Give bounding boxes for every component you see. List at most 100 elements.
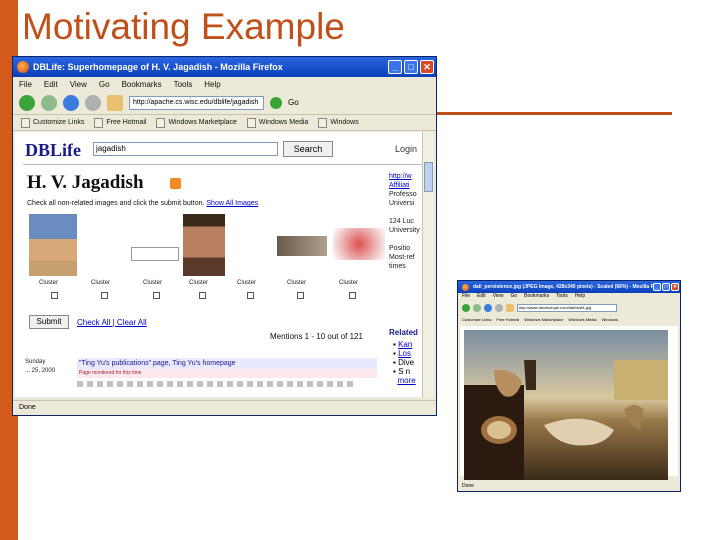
- scrollbar-thumb[interactable]: [424, 162, 433, 192]
- bookmark-windows-marketplace[interactable]: Windows Marketplace: [524, 317, 563, 322]
- menu-tools[interactable]: Tools: [174, 80, 193, 89]
- image-label: Cluster: [39, 280, 59, 286]
- image-thumbnail-4[interactable]: [277, 236, 327, 256]
- stop-icon[interactable]: [495, 304, 503, 312]
- image-checkbox-3[interactable]: [153, 292, 160, 299]
- bookmark-windows-media[interactable]: Windows Media: [568, 317, 596, 322]
- address-bar[interactable]: http://apache.cs.wisc.edu/dblife/jagadis…: [129, 95, 264, 110]
- submit-button[interactable]: Submit: [29, 315, 69, 329]
- image-browser-window: dali_persistence.jpg (JPEG Image, 428x34…: [457, 280, 681, 492]
- menu-help[interactable]: Help: [575, 293, 585, 302]
- divider: [23, 164, 433, 165]
- result-date-value: ... 25, 2000: [25, 368, 56, 374]
- page-content: DBLife jagadish Search Login H. V. Jagad…: [15, 132, 434, 397]
- bookmark-windows[interactable]: Windows: [602, 317, 618, 322]
- image-thumbnail-5[interactable]: [333, 228, 385, 260]
- bookmark-windows[interactable]: Windows: [318, 118, 358, 128]
- search-input[interactable]: jagadish: [93, 142, 278, 156]
- clear-all-link[interactable]: Clear All: [117, 318, 147, 327]
- image-checkbox-2[interactable]: [101, 292, 108, 299]
- back-icon[interactable]: [462, 304, 470, 312]
- slide-title: Motivating Example: [22, 6, 345, 47]
- back-icon[interactable]: [19, 94, 35, 111]
- menu-file[interactable]: File: [19, 80, 32, 89]
- image-checkbox-6[interactable]: [297, 292, 304, 299]
- firefox-icon: [17, 61, 29, 73]
- window-titlebar[interactable]: DBLife: Superhomepage of H. V. Jagadish …: [13, 57, 436, 77]
- window-title: dali_persistence.jpg (JPEG Image, 428x34…: [473, 284, 653, 290]
- reload-icon[interactable]: [63, 94, 79, 111]
- forward-icon[interactable]: [41, 94, 57, 111]
- menu-view[interactable]: View: [70, 80, 87, 89]
- main-browser-window: DBLife: Superhomepage of H. V. Jagadish …: [12, 56, 437, 416]
- menu-go[interactable]: Go: [99, 80, 110, 89]
- image-label: Cluster: [143, 280, 163, 286]
- related-item: ▪ S n: [393, 367, 411, 376]
- vertical-scrollbar[interactable]: [422, 132, 434, 397]
- image-checkbox-4[interactable]: [199, 292, 206, 299]
- person-name: H. V. Jagadish: [27, 172, 144, 193]
- check-all-link[interactable]: Check All: [77, 318, 110, 327]
- bookmark-free-hotmail[interactable]: Free Hotmail: [496, 317, 519, 322]
- go-icon[interactable]: [270, 96, 282, 109]
- bookmark-windows-media[interactable]: Windows Media: [247, 118, 308, 128]
- window-titlebar[interactable]: dali_persistence.jpg (JPEG Image, 428x34…: [458, 281, 680, 293]
- image-label: Cluster: [237, 280, 257, 286]
- menu-bar: File Edit View Go Bookmarks Tools Help: [458, 293, 680, 302]
- close-button[interactable]: ✕: [671, 283, 679, 291]
- menu-bookmarks[interactable]: Bookmarks: [524, 293, 549, 302]
- stop-icon[interactable]: [85, 94, 101, 111]
- status-bar: Done: [13, 400, 436, 415]
- image-checkbox-1[interactable]: [51, 292, 58, 299]
- image-label: Cluster: [339, 280, 359, 286]
- rss-icon[interactable]: [170, 178, 181, 189]
- home-icon[interactable]: [107, 94, 123, 111]
- result-title-link[interactable]: "Ting Yu's publications" page, Ting Yu's…: [77, 358, 377, 369]
- title-rule: [420, 112, 672, 115]
- window-title: DBLife: Superhomepage of H. V. Jagadish …: [33, 62, 283, 72]
- related-item: ▪ Los: [393, 349, 411, 358]
- image-thumbnail-3[interactable]: [183, 214, 225, 276]
- menu-view[interactable]: View: [493, 293, 504, 302]
- image-checkbox-7[interactable]: [349, 292, 356, 299]
- minimize-button[interactable]: _: [388, 60, 402, 74]
- home-icon[interactable]: [506, 304, 514, 312]
- menu-help[interactable]: Help: [204, 80, 220, 89]
- reload-icon[interactable]: [484, 304, 492, 312]
- minimize-button[interactable]: _: [653, 283, 661, 291]
- image-instruction: Check all non-related images and click t…: [27, 200, 258, 207]
- login-link[interactable]: Login: [395, 144, 417, 154]
- dblife-logo[interactable]: DBLife: [25, 140, 81, 161]
- image-checkbox-5[interactable]: [247, 292, 254, 299]
- image-label: Cluster: [287, 280, 307, 286]
- bookmark-customize-links[interactable]: Customize Links: [21, 118, 84, 128]
- show-all-images-link[interactable]: Show All Images: [206, 200, 258, 207]
- bookmark-free-hotmail[interactable]: Free Hotmail: [94, 118, 146, 128]
- maximize-button[interactable]: □: [404, 60, 418, 74]
- related-item: ▪ Dive: [393, 358, 415, 367]
- navigation-toolbar: http://www.artofeurope.com/dali/dali4.jp…: [458, 302, 680, 314]
- image-thumbnail-2[interactable]: [131, 247, 179, 261]
- related-heading: Related: [389, 328, 418, 337]
- check-clear-links: Check All | Clear All: [77, 318, 147, 327]
- forward-icon[interactable]: [473, 304, 481, 312]
- mentions-count: Mentions 1 - 10 out of 121: [270, 332, 363, 341]
- address-bar[interactable]: http://www.artofeurope.com/dali/dali4.jp…: [517, 304, 617, 312]
- bookmark-windows-marketplace[interactable]: Windows Marketplace: [156, 118, 236, 128]
- menu-tools[interactable]: Tools: [556, 293, 568, 302]
- menu-file[interactable]: File: [462, 293, 470, 302]
- go-button-label[interactable]: Go: [288, 98, 299, 107]
- menu-edit[interactable]: Edit: [44, 80, 58, 89]
- close-button[interactable]: ✕: [420, 60, 434, 74]
- menu-edit[interactable]: Edit: [477, 293, 486, 302]
- maximize-button[interactable]: □: [662, 283, 670, 291]
- bookmarks-toolbar: Customize Links Free Hotmail Windows Mar…: [13, 115, 436, 131]
- related-item: ▪ Kan: [393, 340, 413, 349]
- search-button[interactable]: Search: [283, 141, 333, 157]
- menu-go[interactable]: Go: [510, 293, 517, 302]
- bookmark-customize-links[interactable]: Customize Links: [462, 317, 491, 322]
- image-thumbnail-1[interactable]: [29, 214, 77, 276]
- menu-bookmarks[interactable]: Bookmarks: [122, 80, 162, 89]
- firefox-icon: [462, 283, 469, 291]
- navigation-toolbar: http://apache.cs.wisc.edu/dblife/jagadis…: [13, 91, 436, 115]
